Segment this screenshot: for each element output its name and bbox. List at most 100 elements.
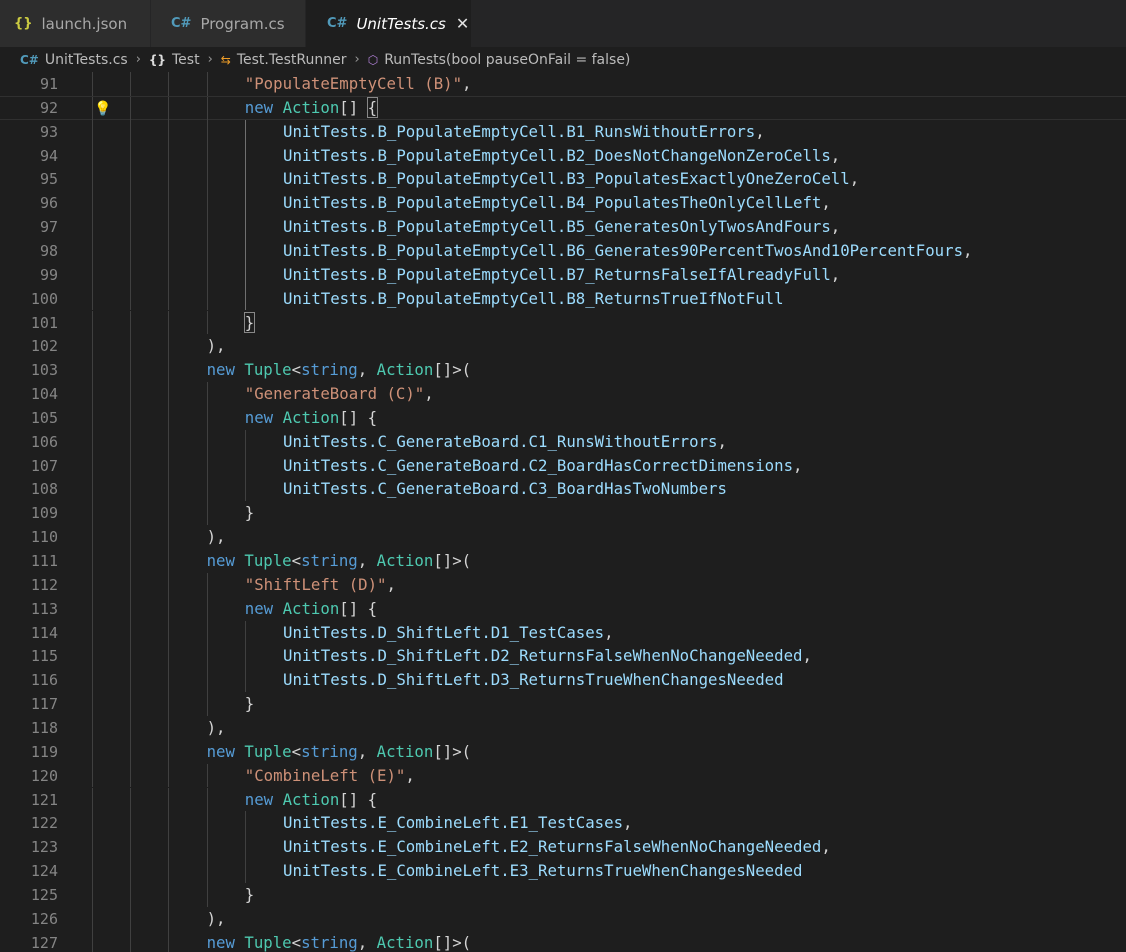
breadcrumb-class[interactable]: Test.TestRunner bbox=[237, 52, 347, 68]
line-number[interactable]: 108 bbox=[0, 477, 58, 501]
line-number[interactable]: 124 bbox=[0, 859, 58, 883]
line-number[interactable]: 126 bbox=[0, 907, 58, 931]
code-token: , bbox=[424, 384, 434, 404]
line-number[interactable]: 107 bbox=[0, 454, 58, 478]
code-line[interactable]: 114 UnitTests.D_ShiftLeft.D1_TestCases, bbox=[0, 620, 1126, 645]
line-number[interactable]: 92 bbox=[0, 97, 58, 119]
line-number[interactable]: 115 bbox=[0, 644, 58, 668]
indent-guide bbox=[92, 453, 93, 478]
code-line[interactable]: 120 "CombineLeft (E)", bbox=[0, 763, 1126, 788]
line-number[interactable]: 101 bbox=[0, 311, 58, 335]
line-number[interactable]: 96 bbox=[0, 191, 58, 215]
line-number[interactable]: 99 bbox=[0, 263, 58, 287]
code-line[interactable]: 123 UnitTests.E_CombineLeft.E2_ReturnsFal… bbox=[0, 835, 1126, 860]
code-editor[interactable]: 91 "PopulateEmptyCell (B)", 92 new Action[]… bbox=[0, 72, 1126, 952]
line-number[interactable]: 93 bbox=[0, 120, 58, 144]
line-number[interactable]: 112 bbox=[0, 573, 58, 597]
code-line[interactable]: 99 UnitTests.B_PopulateEmptyCell.B7_Retur… bbox=[0, 262, 1126, 287]
line-number[interactable]: 119 bbox=[0, 740, 58, 764]
line-number[interactable]: 127 bbox=[0, 931, 58, 952]
code-line[interactable]: 100 UnitTests.B_PopulateEmptyCell.B8_Retu… bbox=[0, 286, 1126, 311]
code-token: UnitTests.C_GenerateBoard.C2_BoardHasCor… bbox=[283, 455, 794, 475]
line-number[interactable]: 95 bbox=[0, 167, 58, 191]
code-line[interactable]: 103 new Tuple<string, Action[]>( bbox=[0, 358, 1126, 383]
code-line[interactable]: 107 UnitTests.C_GenerateBoard.C2_BoardHas… bbox=[0, 453, 1126, 478]
indent-guide bbox=[130, 644, 132, 669]
line-number[interactable]: 105 bbox=[0, 406, 58, 430]
line-number[interactable]: 111 bbox=[0, 549, 58, 573]
code-line[interactable]: 116 UnitTests.D_ShiftLeft.D3_ReturnsTrueW… bbox=[0, 668, 1126, 693]
close-icon[interactable]: ✕ bbox=[456, 14, 469, 33]
line-number[interactable]: 106 bbox=[0, 430, 58, 454]
code-line[interactable]: 115 UnitTests.D_ShiftLeft.D2_ReturnsFalse… bbox=[0, 644, 1126, 669]
code-line[interactable]: 98 UnitTests.B_PopulateEmptyCell.B6_Gener… bbox=[0, 238, 1126, 263]
line-number[interactable]: 117 bbox=[0, 692, 58, 716]
line-number[interactable]: 103 bbox=[0, 358, 58, 382]
code-token: Action bbox=[282, 97, 340, 117]
code-line[interactable]: 119 new Tuple<string, Action[]>( bbox=[0, 739, 1126, 764]
code-line[interactable]: 92 new Action[] {💡 bbox=[0, 95, 1126, 121]
tab-unittests-cs[interactable]: C# UnitTests.cs ✕ bbox=[306, 0, 472, 47]
line-number[interactable]: 121 bbox=[0, 788, 58, 812]
line-number[interactable]: 113 bbox=[0, 597, 58, 621]
line-number[interactable]: 104 bbox=[0, 382, 58, 406]
line-number[interactable]: 120 bbox=[0, 764, 58, 788]
code-line[interactable]: 101} bbox=[0, 310, 1126, 335]
code-line[interactable]: 117} bbox=[0, 692, 1126, 716]
line-number[interactable]: 94 bbox=[0, 144, 58, 168]
line-number[interactable]: 98 bbox=[0, 239, 58, 263]
lightbulb-icon[interactable]: 💡 bbox=[94, 98, 111, 120]
code-line[interactable]: 109} bbox=[0, 501, 1126, 526]
code-line[interactable]: 127 new Tuple<string, Action[]>( bbox=[0, 930, 1126, 952]
code-line[interactable]: 124 UnitTests.E_CombineLeft.E3_ReturnsTru… bbox=[0, 859, 1126, 883]
line-number[interactable]: 125 bbox=[0, 883, 58, 907]
indent-guide bbox=[206, 477, 208, 502]
breadcrumb-method[interactable]: RunTests(bool pauseOnFail = false) bbox=[384, 52, 630, 68]
code-token: []>( bbox=[433, 551, 472, 570]
line-number[interactable]: 114 bbox=[0, 621, 58, 645]
code-line[interactable]: 110), bbox=[0, 525, 1126, 549]
code-line[interactable]: 105 new Action[] { bbox=[0, 405, 1126, 430]
code-line[interactable]: 121 new Action[] { bbox=[0, 787, 1126, 812]
code-line[interactable]: 118), bbox=[0, 715, 1126, 740]
breadcrumb-namespace[interactable]: Test bbox=[172, 52, 200, 68]
line-number[interactable]: 122 bbox=[0, 811, 58, 835]
line-number[interactable]: 102 bbox=[0, 334, 58, 358]
code-token: UnitTests.B_PopulateEmptyCell.B3_Populat… bbox=[283, 169, 850, 189]
tab-program-cs[interactable]: C# Program.cs bbox=[151, 0, 306, 47]
indent-guide bbox=[168, 191, 170, 216]
code-line[interactable]: 106 UnitTests.C_GenerateBoard.C1_RunsWith… bbox=[0, 429, 1126, 454]
code-line[interactable]: 104 "GenerateBoard (C)", bbox=[0, 382, 1126, 406]
code-text: UnitTests.B_PopulateEmptyCell.B4_Populat… bbox=[283, 191, 831, 215]
code-line[interactable]: 96 UnitTests.B_PopulateEmptyCell.B4_Popul… bbox=[0, 191, 1126, 216]
code-line[interactable]: 113 new Action[] { bbox=[0, 596, 1126, 621]
code-line[interactable]: 102), bbox=[0, 334, 1126, 359]
code-line[interactable]: 93 UnitTests.B_PopulateEmptyCell.B1_RunsW… bbox=[0, 119, 1126, 144]
line-number[interactable]: 116 bbox=[0, 668, 58, 692]
code-token: new bbox=[206, 741, 235, 761]
code-line[interactable]: 108 UnitTests.C_GenerateBoard.C3_BoardHas… bbox=[0, 477, 1126, 502]
indent-guide bbox=[130, 215, 132, 239]
line-number[interactable]: 110 bbox=[0, 525, 58, 549]
line-number[interactable]: 123 bbox=[0, 835, 58, 859]
indent-guide bbox=[244, 429, 246, 454]
indent-guide bbox=[168, 715, 170, 740]
line-number[interactable]: 91 bbox=[0, 72, 58, 96]
indent-guide bbox=[130, 453, 132, 478]
line-number[interactable]: 109 bbox=[0, 501, 58, 525]
line-number[interactable]: 97 bbox=[0, 215, 58, 239]
code-line[interactable]: 122 UnitTests.E_CombineLeft.E1_TestCases, bbox=[0, 811, 1126, 836]
code-line[interactable]: 125} bbox=[0, 882, 1126, 907]
line-number[interactable]: 100 bbox=[0, 287, 58, 311]
code-line[interactable]: 94 UnitTests.B_PopulateEmptyCell.B2_DoesN… bbox=[0, 143, 1126, 168]
tab-launch-json[interactable]: {} launch.json bbox=[0, 0, 151, 47]
line-number[interactable]: 118 bbox=[0, 716, 58, 740]
code-line[interactable]: 111 new Tuple<string, Action[]>( bbox=[0, 549, 1126, 573]
code-line[interactable]: 95 UnitTests.B_PopulateEmptyCell.B3_Popul… bbox=[0, 167, 1126, 192]
code-line[interactable]: 91 "PopulateEmptyCell (B)", bbox=[0, 72, 1126, 96]
code-line[interactable]: 97 UnitTests.B_PopulateEmptyCell.B5_Gener… bbox=[0, 215, 1126, 239]
breadcrumb-file[interactable]: UnitTests.cs bbox=[45, 52, 128, 68]
code-line[interactable]: 112 "ShiftLeft (D)", bbox=[0, 572, 1126, 597]
code-line[interactable]: 126), bbox=[0, 906, 1126, 931]
